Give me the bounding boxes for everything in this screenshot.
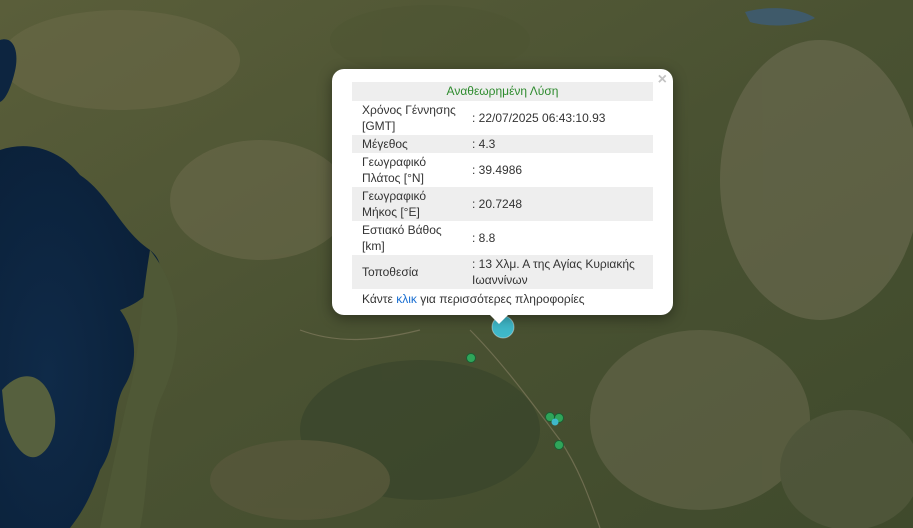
row-label: Γεωγραφικό Πλάτος [°N] — [362, 155, 427, 185]
row-value: : 8.8 — [472, 231, 496, 245]
table-row: Χρόνος Γέννησης [GMT] : 22/07/2025 06:43… — [352, 101, 653, 135]
row-label: Χρόνος Γέννησης [GMT] — [362, 103, 456, 133]
row-value: : 13 Χλμ. Α της Αγίας Κυριακής Ιωαννίνων — [472, 255, 653, 289]
more-info-link[interactable]: κλικ — [396, 292, 417, 306]
row-label: Τοποθεσία — [352, 255, 472, 289]
row-value: : 39.4986 — [472, 163, 523, 177]
table-row: Μέγεθος : 4.3 — [352, 135, 653, 153]
row-label: Εστιακό Βάθος [km] — [362, 223, 442, 253]
popup-title: Αναθεωρημένη Λύση — [352, 82, 653, 101]
more-suffix: για περισσότερες πληροφορίες — [420, 292, 585, 306]
more-prefix: Κάντε — [362, 292, 393, 306]
earthquake-marker[interactable] — [466, 353, 476, 363]
table-row: Τοποθεσία : 13 Χλμ. Α της Αγίας Κυριακής… — [352, 255, 653, 289]
close-icon[interactable]: × — [658, 72, 667, 88]
earthquake-popup: × Αναθεωρημένη Λύση Χρόνος Γέννησης [GMT… — [332, 69, 673, 315]
more-info-line: Κάντε κλικ για περισσότερες πληροφορίες — [352, 291, 653, 308]
info-table: Χρόνος Γέννησης [GMT] : 22/07/2025 06:43… — [352, 101, 653, 289]
row-label: Γεωγραφικό Μήκος [°E] — [352, 187, 472, 221]
table-row: Εστιακό Βάθος [km] : 8.8 — [352, 221, 653, 255]
earthquake-marker[interactable] — [551, 418, 559, 426]
row-value: : 4.3 — [472, 135, 653, 153]
popup-content: Αναθεωρημένη Λύση Χρόνος Γέννησης [GMT] … — [352, 82, 653, 308]
table-row: Γεωγραφικό Μήκος [°E] : 20.7248 — [352, 187, 653, 221]
popup-tip — [489, 314, 509, 324]
table-row: Γεωγραφικό Πλάτος [°N] : 39.4986 — [352, 153, 653, 187]
row-label: Μέγεθος — [352, 135, 472, 153]
earthquake-marker[interactable] — [554, 440, 564, 450]
row-value: : 22/07/2025 06:43:10.93 — [472, 111, 606, 125]
row-value: : 20.7248 — [472, 187, 653, 221]
